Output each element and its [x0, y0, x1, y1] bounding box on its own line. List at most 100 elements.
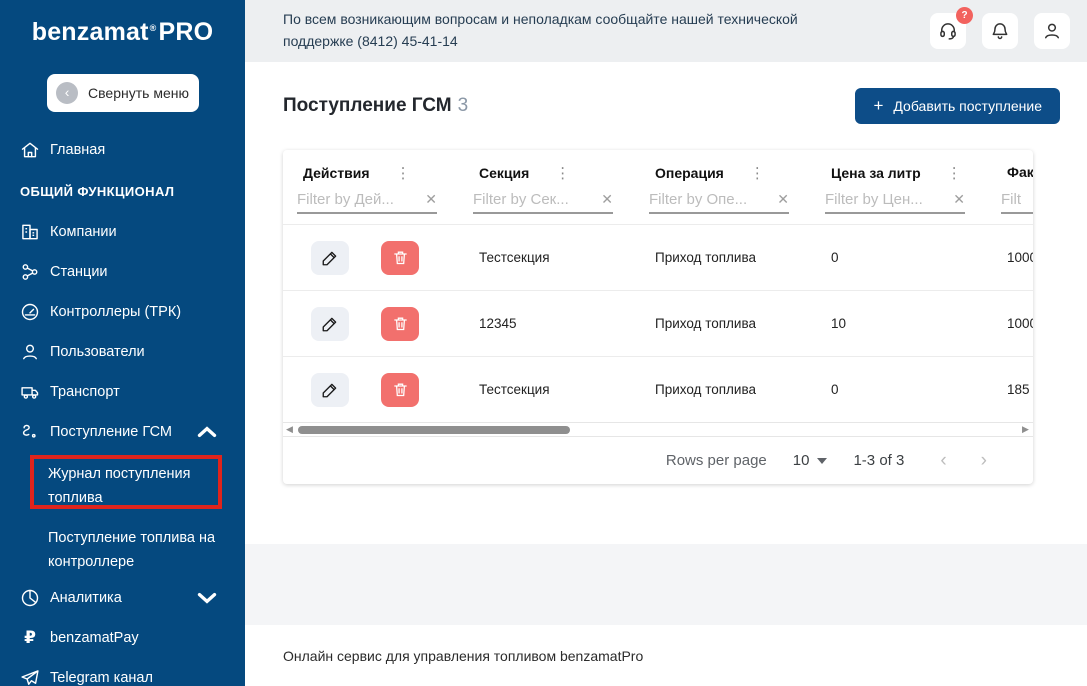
chevron-up-icon [197, 426, 217, 437]
column-menu-icon[interactable]: ⋮ [396, 165, 411, 182]
column-header-price: Цена за литр ⋮ [811, 150, 987, 183]
column-label: Действия [303, 165, 370, 181]
clear-filter-icon[interactable]: ✕ [777, 191, 789, 208]
column-menu-icon[interactable]: ⋮ [555, 165, 570, 182]
trash-icon [393, 251, 407, 265]
edit-button[interactable] [311, 240, 349, 275]
delete-button[interactable] [381, 372, 419, 407]
ruble-icon: ₽ [24, 628, 36, 647]
truck-icon [21, 387, 39, 399]
horizontal-scrollbar[interactable]: ◀ ▶ [283, 422, 1033, 437]
filter-input-price[interactable] [825, 191, 933, 208]
cell-price: 0 [831, 382, 839, 397]
edit-button[interactable] [311, 306, 349, 341]
filter-input-operation[interactable] [649, 191, 757, 208]
filter-input-fact[interactable] [1001, 191, 1033, 208]
next-page-button[interactable]: › [981, 451, 987, 470]
add-receipt-button[interactable]: + Добавить поступление [855, 88, 1060, 124]
collapse-menu-button[interactable]: ‹ Свернуть меню [46, 74, 199, 112]
notifications-button[interactable] [982, 13, 1018, 49]
plus-icon: + [873, 96, 884, 115]
row-actions [283, 372, 459, 407]
scrollbar-thumb[interactable] [298, 426, 570, 434]
cell-fact: 1000 [1007, 316, 1033, 331]
column-header-actions: Действия ⋮ [283, 150, 459, 183]
edit-button[interactable] [311, 372, 349, 407]
footer-band [245, 544, 1087, 625]
user-icon [23, 344, 37, 360]
column-menu-icon[interactable]: ⋮ [947, 165, 962, 182]
rows-per-page-label: Rows per page [665, 452, 767, 469]
sidebar: benzamat®PRO ‹ Свернуть меню Главная ОБЩ… [0, 0, 245, 686]
support-button[interactable]: ? [930, 7, 973, 49]
sidebar-item-label: Станции [50, 264, 108, 280]
previous-page-button[interactable]: ‹ [940, 451, 946, 470]
sidebar-item-label: Контроллеры (ТРК) [50, 304, 182, 320]
help-badge: ? [956, 7, 973, 24]
buildings-icon [22, 224, 38, 240]
column-header-fact: Фак [987, 150, 1033, 183]
rows-per-page-value: 10 [792, 452, 810, 469]
sidebar-section-label: ОБЩИЙ ФУНКЦИОНАЛ [20, 183, 175, 199]
filter-cell: ✕ [283, 183, 459, 224]
pagination-range: 1-3 of 3 [853, 452, 905, 469]
sidebar-item-telegram[interactable]: Telegram канал [0, 658, 245, 686]
sidebar-item-benzamatpay[interactable]: ₽ benzamatPay [0, 618, 245, 658]
sidebar-item-controllers[interactable]: Контроллеры (ТРК) [0, 292, 245, 332]
cell-operation: Приход топлива [655, 316, 756, 331]
page-title: Поступление ГСМ 3 [283, 95, 468, 117]
sidebar-item-analytics[interactable]: Аналитика [0, 578, 245, 618]
sidebar-item-transport[interactable]: Транспорт [0, 372, 245, 412]
column-label: Фак [1007, 164, 1033, 180]
pie-chart-icon [21, 589, 39, 607]
sidebar-item-label: Компании [50, 224, 117, 240]
fuel-hose-icon [22, 424, 36, 438]
topbar: По всем возникающим вопросам и неполадка… [245, 0, 1087, 62]
headset-icon [940, 23, 956, 40]
footer-bar: Онлайн сервис для управления топливом be… [245, 625, 1087, 686]
cell-fact: 185 [1007, 382, 1030, 397]
sidebar-subitem-fuel-journal[interactable]: Журнал поступления топлива [0, 462, 245, 510]
table-card: Действия ⋮ Секция ⋮ Операция ⋮ Цена за литр… [283, 150, 1033, 484]
collapse-arrow-icon: ‹ [56, 82, 79, 104]
clear-filter-icon[interactable]: ✕ [953, 191, 965, 208]
scroll-right-icon[interactable]: ▶ [1022, 425, 1030, 434]
sidebar-item-home[interactable]: Главная [0, 130, 245, 170]
home-icon [21, 142, 39, 158]
stations-icon [22, 264, 38, 280]
sidebar-item-users[interactable]: Пользователи [0, 332, 245, 372]
support-text: По всем возникающим вопросам и неполадка… [283, 11, 798, 49]
record-count: 3 [457, 95, 469, 116]
sidebar-item-label: Транспорт [50, 384, 120, 400]
title-row: Поступление ГСМ 3 + Добавить поступление [245, 88, 1087, 124]
add-receipt-label: Добавить поступление [893, 98, 1042, 114]
caret-down-icon [817, 457, 828, 464]
topbar-icons: ? [930, 7, 1070, 49]
clear-filter-icon[interactable]: ✕ [425, 191, 437, 208]
main-area: По всем возникающим вопросам и неполадка… [245, 0, 1087, 686]
pencil-icon [322, 317, 337, 331]
table-row: 12345 Приход топлива 10 1000 [283, 290, 1033, 356]
column-menu-icon[interactable]: ⋮ [750, 165, 765, 182]
table-row: Тестсекция Приход топлива 0 1000 [283, 224, 1033, 290]
rows-per-page-select[interactable]: 10 [793, 452, 828, 469]
scrollbar-track[interactable] [294, 423, 1022, 436]
sidebar-item-stations[interactable]: Станции [0, 252, 245, 292]
filter-cell: ✕ [811, 183, 987, 224]
sidebar-item-label: Аналитика [50, 590, 122, 606]
delete-button[interactable] [381, 306, 419, 341]
delete-button[interactable] [381, 240, 419, 275]
clear-filter-icon[interactable]: ✕ [601, 191, 613, 208]
brand-logo-text: benzamat [31, 18, 149, 46]
filter-input-actions[interactable] [297, 191, 405, 208]
profile-button[interactable] [1034, 13, 1070, 49]
sidebar-item-companies[interactable]: Компании [0, 212, 245, 252]
filter-input-section[interactable] [473, 191, 581, 208]
column-header-section: Секция ⋮ [459, 150, 635, 183]
sidebar-item-fuel-intake[interactable]: Поступление ГСМ [0, 412, 245, 452]
trash-icon [393, 317, 407, 331]
cell-section: 12345 [479, 316, 517, 331]
footer-text: Онлайн сервис для управления топливом be… [283, 647, 644, 664]
sidebar-subitem-fuel-on-controller[interactable]: Поступление топлива на контроллере [0, 526, 245, 574]
scroll-left-icon[interactable]: ◀ [286, 425, 294, 434]
